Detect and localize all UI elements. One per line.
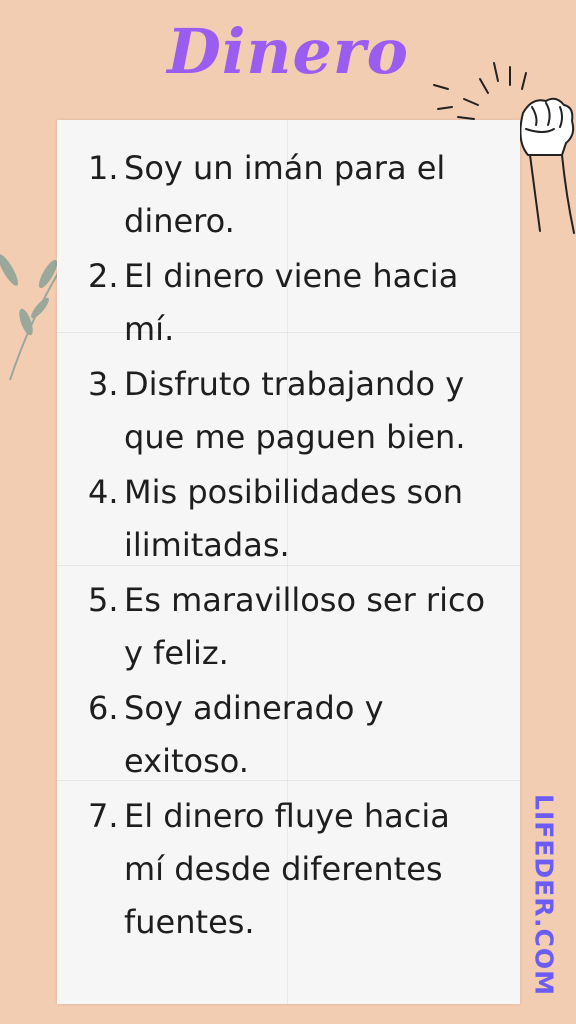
item-text: Soy adinerado y exitoso. [124, 689, 384, 780]
item-text: Es maravilloso ser rico y feliz. [124, 581, 486, 672]
item-text: Disfruto trabajando y que me paguen bien… [124, 365, 466, 456]
list-item: 2. El dinero viene hacia mí. [88, 250, 498, 356]
item-number: 4. [88, 473, 119, 511]
item-text: Mis posibilidades son ilimitadas. [124, 473, 464, 564]
item-number: 7. [88, 797, 119, 835]
list-item: 5. Es maravilloso ser rico y feliz. [88, 574, 498, 680]
leaf-branch-icon [0, 254, 61, 381]
brand-watermark: LIFEDER.COM [524, 790, 564, 1000]
item-number: 2. [88, 257, 119, 295]
affirmation-list: 1. Soy un imán para el dinero. 2. El din… [88, 142, 498, 951]
item-text: Soy un imán para el dinero. [124, 149, 446, 240]
list-item: 1. Soy un imán para el dinero. [88, 142, 498, 248]
item-number: 3. [88, 365, 119, 403]
item-number: 1. [88, 149, 119, 187]
item-text: El dinero viene hacia mí. [124, 257, 459, 348]
list-item: 4. Mis posibilidades son ilimitadas. [88, 466, 498, 572]
list-item: 6. Soy adinerado y exitoso. [88, 682, 498, 788]
list-item: 7. El dinero fluye hacia mí desde difere… [88, 790, 498, 949]
list-item: 3. Disfruto trabajando y que me paguen b… [88, 358, 498, 464]
item-text: El dinero fluye hacia mí desde diferente… [124, 797, 450, 941]
item-number: 5. [88, 581, 119, 619]
brand-text: LIFEDER.COM [529, 794, 559, 996]
item-number: 6. [88, 689, 119, 727]
